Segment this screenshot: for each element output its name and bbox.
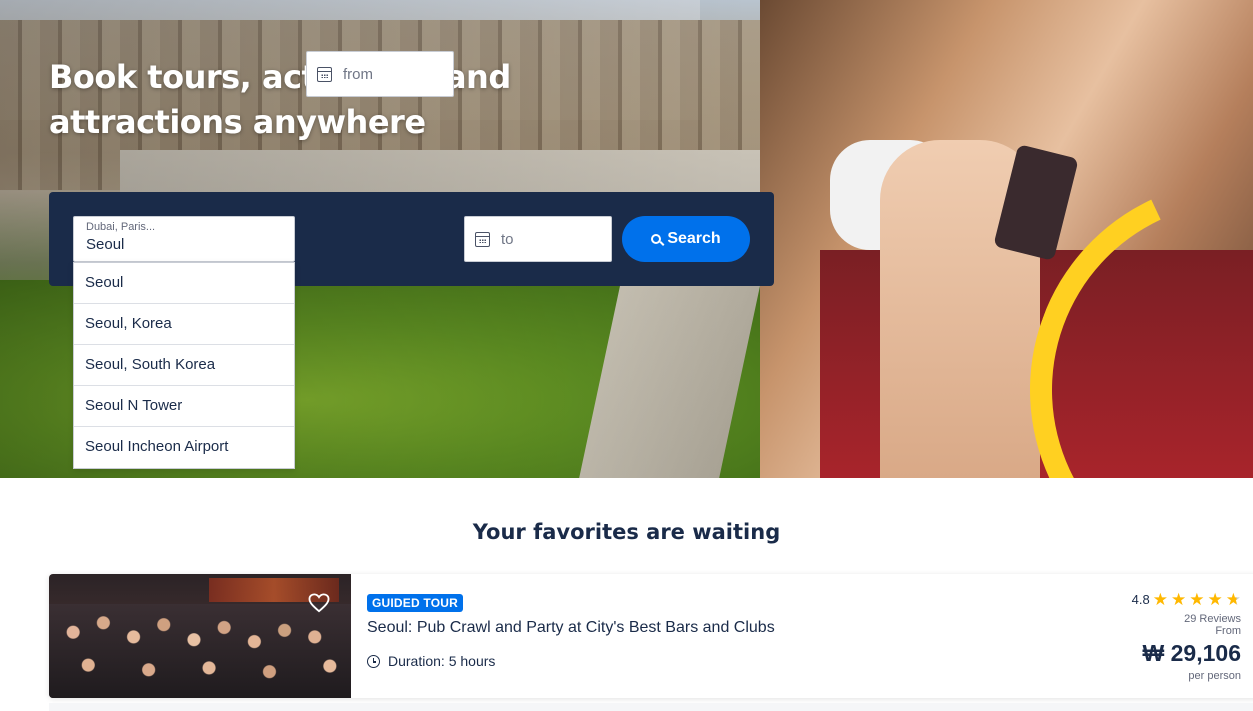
search-button[interactable]: Search bbox=[622, 216, 750, 262]
favorites-heading: Your favorites are waiting bbox=[472, 520, 781, 544]
date-to-field[interactable]: to bbox=[464, 216, 612, 262]
date-to-label: to bbox=[501, 231, 514, 248]
search-icon bbox=[651, 234, 662, 244]
activity-photo[interactable] bbox=[49, 574, 351, 698]
suggestion-item[interactable]: Seoul, Korea bbox=[74, 304, 294, 345]
rating: 4.8 ★ ★ ★ ★ ★ bbox=[1132, 591, 1241, 608]
activity-type-badge: GUIDED TOUR bbox=[367, 594, 463, 612]
suggestion-item[interactable]: Seoul, South Korea bbox=[74, 345, 294, 386]
photo-crowd bbox=[49, 604, 351, 698]
search-button-label: Search bbox=[667, 230, 721, 247]
suggestion-item[interactable]: Seoul N Tower bbox=[74, 386, 294, 427]
star-icon: ★ bbox=[1189, 590, 1205, 609]
destination-suggestions: Seoul Seoul, Korea Seoul, South Korea Se… bbox=[73, 262, 295, 469]
clock-icon bbox=[367, 654, 380, 668]
activity-duration: Duration: 5 hours bbox=[367, 653, 495, 669]
activity-card[interactable]: GUIDED TOUR Seoul: Pub Crawl and Party a… bbox=[49, 574, 1253, 698]
star-icon: ★ bbox=[1207, 590, 1223, 609]
date-from-label: from bbox=[343, 66, 373, 83]
price-per-person: per person bbox=[1188, 670, 1241, 682]
suggestion-item[interactable]: Seoul Incheon Airport bbox=[74, 427, 294, 468]
heart-icon[interactable] bbox=[308, 593, 330, 613]
destination-placeholder: Dubai, Paris... bbox=[86, 221, 156, 233]
price: ₩ 29,106 bbox=[1142, 640, 1241, 666]
star-icon-partial: ★ bbox=[1225, 590, 1241, 609]
duration-text: Duration: 5 hours bbox=[388, 653, 496, 669]
review-count[interactable]: 29 Reviews bbox=[1184, 613, 1241, 625]
star-icon: ★ bbox=[1152, 590, 1168, 609]
activity-title[interactable]: Seoul: Pub Crawl and Party at City's Bes… bbox=[367, 619, 775, 637]
star-icon: ★ bbox=[1171, 590, 1187, 609]
suggestion-item[interactable]: Seoul bbox=[74, 263, 294, 304]
destination-value: Seoul bbox=[86, 236, 125, 253]
rating-value: 4.8 bbox=[1131, 592, 1150, 607]
calendar-icon bbox=[317, 67, 332, 82]
next-card-edge bbox=[49, 703, 1253, 711]
destination-input[interactable]: Dubai, Paris... Seoul bbox=[73, 216, 295, 262]
calendar-icon bbox=[475, 232, 490, 247]
date-from-field[interactable]: from bbox=[306, 51, 454, 97]
price-from-label: From bbox=[1215, 625, 1241, 637]
